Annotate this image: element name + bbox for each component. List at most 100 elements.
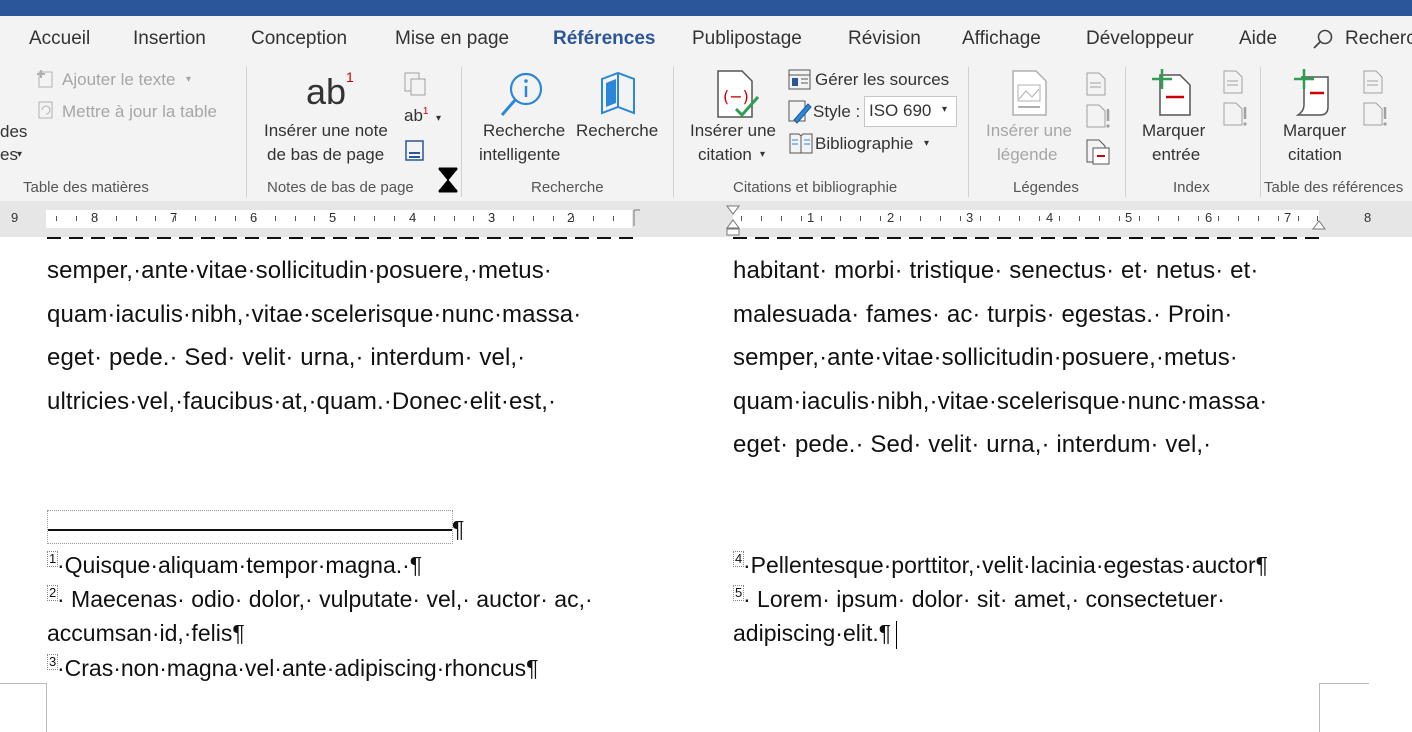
- bibliography-button[interactable]: Bibliographie: [815, 132, 913, 156]
- tab-insertion[interactable]: Insertion: [133, 28, 206, 50]
- style-dropdown[interactable]: ISO 690 ▾: [864, 96, 957, 127]
- tab-publipostage[interactable]: Publipostage: [692, 28, 802, 50]
- footnote-text[interactable]: ·Cras·non·magna·vel·ante·adipiscing·rhon…: [57, 655, 539, 682]
- column-margin-marker[interactable]: [633, 209, 641, 227]
- tab-mise-en-page[interactable]: Mise en page: [395, 28, 509, 50]
- footnote-text[interactable]: ·Quisque·aliquam·tempor·magna.·¶: [57, 552, 422, 579]
- mark-entry-line1[interactable]: Marquer: [1142, 119, 1205, 143]
- ruler-number: 3: [488, 210, 496, 225]
- ruler-tick: [1039, 216, 1040, 221]
- chevron-down-icon[interactable]: ▾: [17, 143, 22, 167]
- tab-developpeur[interactable]: Développeur: [1086, 28, 1194, 50]
- group-label-toc: Table des matières: [23, 179, 149, 196]
- ruler-tick: [920, 216, 921, 221]
- ruler-tick: [1019, 216, 1020, 221]
- insert-citation-line2[interactable]: citation: [698, 143, 752, 167]
- mark-entry-line2[interactable]: entrée: [1152, 143, 1200, 167]
- indent-marker[interactable]: [725, 204, 741, 236]
- smart-lookup-icon: [500, 72, 543, 116]
- ruler-number: 3: [966, 210, 974, 225]
- insert-endnote-icon[interactable]: [403, 71, 427, 97]
- body-text-line[interactable]: quam·iaculis·nibh,·vitae·scelerisque·nun…: [733, 388, 1267, 416]
- ruler-tick: [593, 216, 594, 221]
- insert-caption-line1[interactable]: Insérer une: [986, 119, 1072, 143]
- paragraph-mark: ¶: [452, 516, 465, 542]
- page-corner-mark: [0, 683, 46, 684]
- manage-sources-button[interactable]: Gérer les sources: [815, 68, 949, 92]
- footnote-text[interactable]: · Lorem· ipsum· dolor· sit· amet,· conse…: [743, 586, 1225, 613]
- tab-references[interactable]: Références: [553, 28, 655, 50]
- ruler-number: 5: [1125, 210, 1133, 225]
- smart-lookup-line1[interactable]: Recherche: [483, 119, 565, 143]
- body-text-line[interactable]: malesuada· fames· ac· turpis· egestas.· …: [733, 301, 1232, 329]
- body-text-line[interactable]: eget· pede.· Sed· velit· urna,· interdum…: [733, 431, 1211, 459]
- insert-footnote-line2[interactable]: de bas de page: [267, 143, 384, 167]
- text-cursor: [896, 621, 897, 649]
- tab-affichage[interactable]: Affichage: [962, 28, 1041, 50]
- ruler-tick: [613, 216, 614, 221]
- ruler-tick: [116, 216, 117, 221]
- insert-footnote-line1[interactable]: Insérer une note: [264, 119, 388, 143]
- ruler-tick: [553, 216, 554, 221]
- footnote-text[interactable]: ·Pellentesque·porttitor,·velit·lacinia·e…: [743, 552, 1268, 579]
- tab-accueil[interactable]: Accueil: [29, 28, 90, 50]
- ruler-tick: [215, 216, 216, 221]
- cross-reference-icon[interactable]: [1085, 138, 1111, 166]
- ruler-tick: [493, 216, 494, 221]
- footnote-text[interactable]: · Maecenas· odio· dolor,· vulputate· vel…: [57, 586, 593, 613]
- insert-index-icon: [1223, 70, 1243, 94]
- tell-me-search[interactable]: Recherc: [1345, 28, 1412, 50]
- body-text-line[interactable]: semper,·ante·vitae·sollicitudin·posuere,…: [47, 257, 552, 285]
- tab-revision[interactable]: Révision: [848, 28, 921, 50]
- ruler-tick: [414, 216, 415, 221]
- ruler-tick: [275, 216, 276, 221]
- footnote-text[interactable]: adipiscing·elit.¶: [733, 620, 891, 647]
- ruler-tick: [940, 216, 941, 221]
- toc-partial-label-1[interactable]: des: [0, 120, 27, 144]
- ruler-tick: [354, 216, 355, 221]
- body-text-line[interactable]: ultricies·vel,·faucibus·at,·quam.·Donec·…: [47, 388, 556, 416]
- update-table-button[interactable]: Mettre à jour la table: [62, 100, 217, 124]
- body-text-line[interactable]: quam·iaculis·nibh,·vitae·scelerisque·nun…: [47, 301, 581, 329]
- ruler-tick: [860, 216, 861, 221]
- group-label-captions: Légendes: [1013, 179, 1079, 196]
- search-icon[interactable]: [1312, 28, 1334, 50]
- toc-partial-label-2[interactable]: es: [0, 143, 18, 167]
- mark-citation-line1[interactable]: Marquer: [1283, 119, 1346, 143]
- ruler-tick: [473, 216, 474, 221]
- chevron-down-icon[interactable]: ▾: [760, 143, 765, 167]
- ruler-tick: [1079, 216, 1080, 221]
- svg-text:(−): (−): [723, 87, 749, 106]
- add-text-button[interactable]: Ajouter le texte: [62, 68, 175, 92]
- body-text-line[interactable]: semper,·ante·vitae·sollicitudin·posuere,…: [733, 344, 1238, 372]
- horizontal-ruler[interactable]: 9 8 7 6 5 4 3 2 1 2 3 4 5 6 7 8: [0, 201, 1412, 237]
- ruler-column-1: [46, 210, 632, 228]
- mark-citation-line2[interactable]: citation: [1288, 143, 1342, 167]
- ruler-tick: [155, 216, 156, 221]
- ruler-tick: [1178, 216, 1179, 221]
- chevron-down-icon[interactable]: ▾: [924, 132, 929, 156]
- group-separator: [968, 67, 969, 197]
- document-page[interactable]: semper,·ante·vitae·sollicitudin·posuere,…: [0, 237, 1412, 732]
- footnote-text[interactable]: accumsan·id,·felis¶: [47, 620, 245, 647]
- ruler-tick: [136, 216, 137, 221]
- body-text-line[interactable]: eget· pede.· Sed· velit· urna,· interdum…: [47, 344, 525, 372]
- group-separator: [673, 67, 674, 197]
- smart-lookup-line2[interactable]: intelligente: [479, 143, 560, 167]
- researcher-button[interactable]: Recherche: [576, 119, 658, 143]
- tab-conception[interactable]: Conception: [251, 28, 347, 50]
- insert-citation-line1[interactable]: Insérer une: [690, 119, 776, 143]
- update-table-of-authorities-icon: [1363, 102, 1387, 126]
- insert-caption-icon: [1012, 70, 1047, 116]
- ruler-tick: [1119, 216, 1120, 221]
- next-footnote-icon[interactable]: ab1: [404, 106, 428, 126]
- ruler-tick: [960, 216, 961, 221]
- tab-aide[interactable]: Aide: [1239, 28, 1277, 50]
- ruler-tick: [1059, 216, 1060, 221]
- chevron-down-icon[interactable]: ▾: [436, 107, 441, 131]
- show-notes-icon[interactable]: [405, 140, 425, 162]
- right-indent-marker[interactable]: [1311, 215, 1327, 231]
- insert-caption-line2[interactable]: légende: [997, 143, 1058, 167]
- footnote-separator-box[interactable]: [47, 510, 453, 544]
- body-text-line[interactable]: habitant· morbi· tristique· senectus· et…: [733, 257, 1258, 285]
